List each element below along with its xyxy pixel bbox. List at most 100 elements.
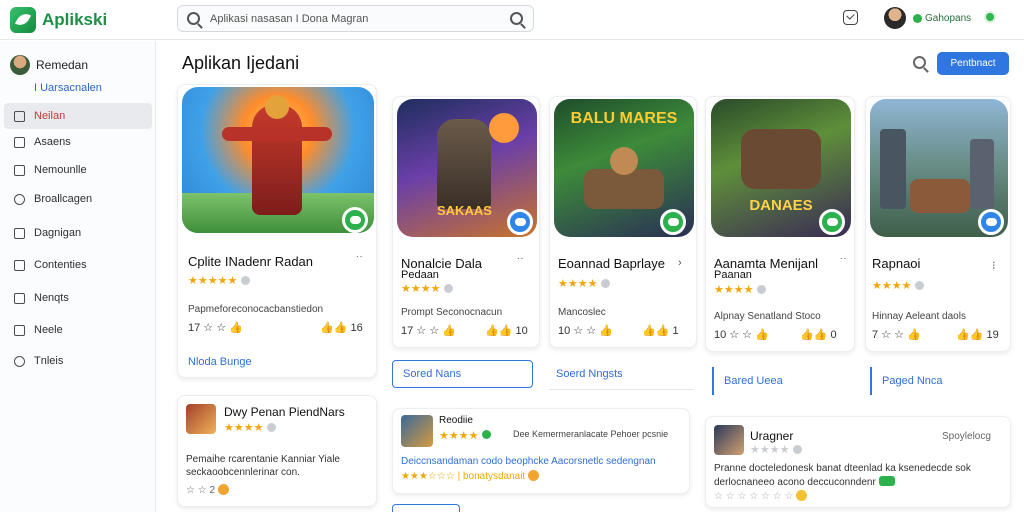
chat-badge-icon [978,209,1004,235]
info-icon [241,276,251,285]
action-link[interactable]: Nloda Bunge [188,356,252,368]
game-art-text: BALU MARES [570,110,678,127]
review-text: derlocnaneeo acono deccuconndenr [714,477,876,488]
sidebar-item-broallcagen[interactable]: Broallcagen [4,186,152,212]
rating-stars: ★★★★ [714,283,767,296]
review-text: Deiccnsandaman codo beophcke Aacorsnetlc… [401,456,656,467]
review-text: ☆ ☆ ☆ ☆ ☆ ☆ ☆ [714,491,794,502]
stats-right: 👍👍 19 [956,328,999,341]
reviewer-name: Reodiie [439,415,473,426]
user-menu[interactable]: Gahopans [913,13,971,24]
sidebar-item-label: Neele [34,324,63,336]
reviewer-avatar [401,415,433,447]
thumbs-up-icon[interactable]: 👍 [599,325,613,337]
more-menu-icon[interactable]: ˙˙ [517,257,524,269]
app-card[interactable]: Cplite INadenr Radan ˙˙ ★★★★★ Papmeforec… [177,84,377,378]
tag-badge-icon [878,476,895,486]
stats-value: 10 ☆ ☆ [714,329,753,341]
status-icon[interactable] [984,11,996,23]
checkbox-icon [14,110,25,122]
reaction-count: ☆ ☆ 2 [186,485,216,496]
app-card[interactable]: BALU MARES Eoannad Baprlaye › ★★★★ Manco… [549,96,697,348]
reviewer-avatar [714,425,744,455]
sidebar-item-label: Asaens [34,136,71,148]
app-logo[interactable]: Aplikski [10,7,107,33]
thumbs-up-icon[interactable]: 👍👍 [642,325,669,337]
sidebar-item-neilan[interactable]: Neilan [4,103,152,129]
app-action-button[interactable]: Sored Nans [392,360,533,388]
checkbox-icon [14,164,25,176]
stats-left: 17 ☆ ☆ 👍 [188,321,243,334]
thumbs-up-icon[interactable]: 👍 [229,322,243,334]
thumbs-up-icon[interactable]: 👍 [907,329,921,341]
more-menu-icon[interactable]: ⁝ [992,259,996,272]
app-card[interactable]: DANAES Aanamta Menijanl Paanan ˙˙ ★★★★ A… [705,96,855,352]
review-text-line: derlocnaneeo acono deccuconndenr [714,476,895,490]
rating-stars: ★★★★ [872,279,925,292]
sidebar-item-neele[interactable]: Neele [4,317,152,343]
profile-avatar [10,55,30,75]
primary-button[interactable]: Pentbnact [937,52,1009,75]
sidebar-item-nenqts[interactable]: Nenqts [4,285,152,311]
app-action-button[interactable]: Paged Nnca [870,367,1009,395]
notification-icon[interactable] [843,10,858,25]
sidebar-item-dagnigan[interactable]: Dagnigan [4,220,152,246]
zoom-search-icon[interactable] [913,56,928,71]
sidebar-profile[interactable]: Remedan [10,55,88,75]
verified-icon [481,430,491,439]
search-input[interactable]: Aplikasi nasasan I Dona Magran [177,5,534,32]
emoji-icon [217,484,229,495]
partial-button[interactable] [392,504,460,512]
stats-right: 👍👍 10 [485,324,528,337]
app-action-button[interactable]: Bared Ueea [712,367,852,395]
thumbs-up-icon[interactable]: 👍👍 [800,329,827,341]
app-description: Papmeforeconocacbanstiedon [188,304,324,315]
sidebar-item-label: Tnleis [34,355,64,367]
app-card[interactable]: SAKAAS Nonalcie Dala Pedaan ˙˙ ★★★★ Prom… [392,96,540,348]
checkbox-icon [14,324,25,336]
checkbox-icon [14,227,25,239]
info-icon [601,279,611,288]
app-subtitle: Paanan [714,269,752,281]
sidebar-item-contenties[interactable]: Contenties [4,252,152,278]
stats-value: 17 ☆ ☆ [401,325,440,337]
reviewer-avatar [186,404,216,434]
rating-value: ★★★★ [714,284,754,296]
emoji-icon [528,470,539,481]
sidebar-item-tnleis[interactable]: Tnleis [4,348,152,374]
review-text: Pranne docteledonesk banat dteenlad ka k… [714,463,971,474]
sidebar-item-label: Neilan [34,110,66,122]
app-title: Cplite INadenr Radan [188,254,314,269]
review-meta: Dee Kemermeranlacate Pehoer pcsnie [513,429,669,439]
avatar[interactable] [884,7,906,29]
stats-value: 10 [515,325,528,337]
search-icon [187,12,200,25]
rating-stars: ★★★★ [750,443,803,456]
more-menu-icon[interactable]: ˙˙ [356,255,363,267]
thumbs-up-icon[interactable]: 👍👍 [956,329,983,341]
page-title: Aplikan Ijedani [182,53,300,73]
app-card[interactable]: Rapnaoi ⁝ ★★★★ Hinnay Aeleant daols 7 ☆ … [865,96,1011,352]
user-name: Gahopans [925,13,972,24]
stats-value: 1 [672,325,679,337]
thumbs-up-icon[interactable]: 👍👍 [320,322,347,334]
sidebar-item-nemounlle[interactable]: Nemounlle [4,157,152,183]
search-submit-icon[interactable] [510,12,523,25]
thumbs-up-icon[interactable]: 👍👍 [485,325,512,337]
stats-right: 👍👍 16 [320,321,363,334]
profile-subtitle-link[interactable]: I Uarsacnalen [34,82,102,94]
review-text: seckaoobcennlerinar con. [186,467,300,478]
stats-left: 17 ☆ ☆ 👍 [401,324,456,337]
more-menu-icon[interactable]: › [678,257,682,269]
app-action-link[interactable]: Soerd Nngsts [556,368,623,380]
review-text: Pemaihe rcarentanie Kanniar Yiale [186,454,340,465]
review-date: Spoylelocg [942,431,991,442]
thumbs-up-icon[interactable]: 👍 [755,329,769,341]
sidebar-item-asaens[interactable]: Asaens [4,129,152,155]
reviewer-name: Uragner [750,429,794,443]
sidebar-item-label: Broallcagen [34,193,93,205]
thumbs-up-icon[interactable]: 👍 [442,325,456,337]
more-menu-icon[interactable]: ˙˙ [840,257,847,269]
app-description: Alpnay Senatland Stoco [714,311,821,322]
review-rating-line: ☆ ☆ ☆ ☆ ☆ ☆ ☆ [714,490,808,504]
